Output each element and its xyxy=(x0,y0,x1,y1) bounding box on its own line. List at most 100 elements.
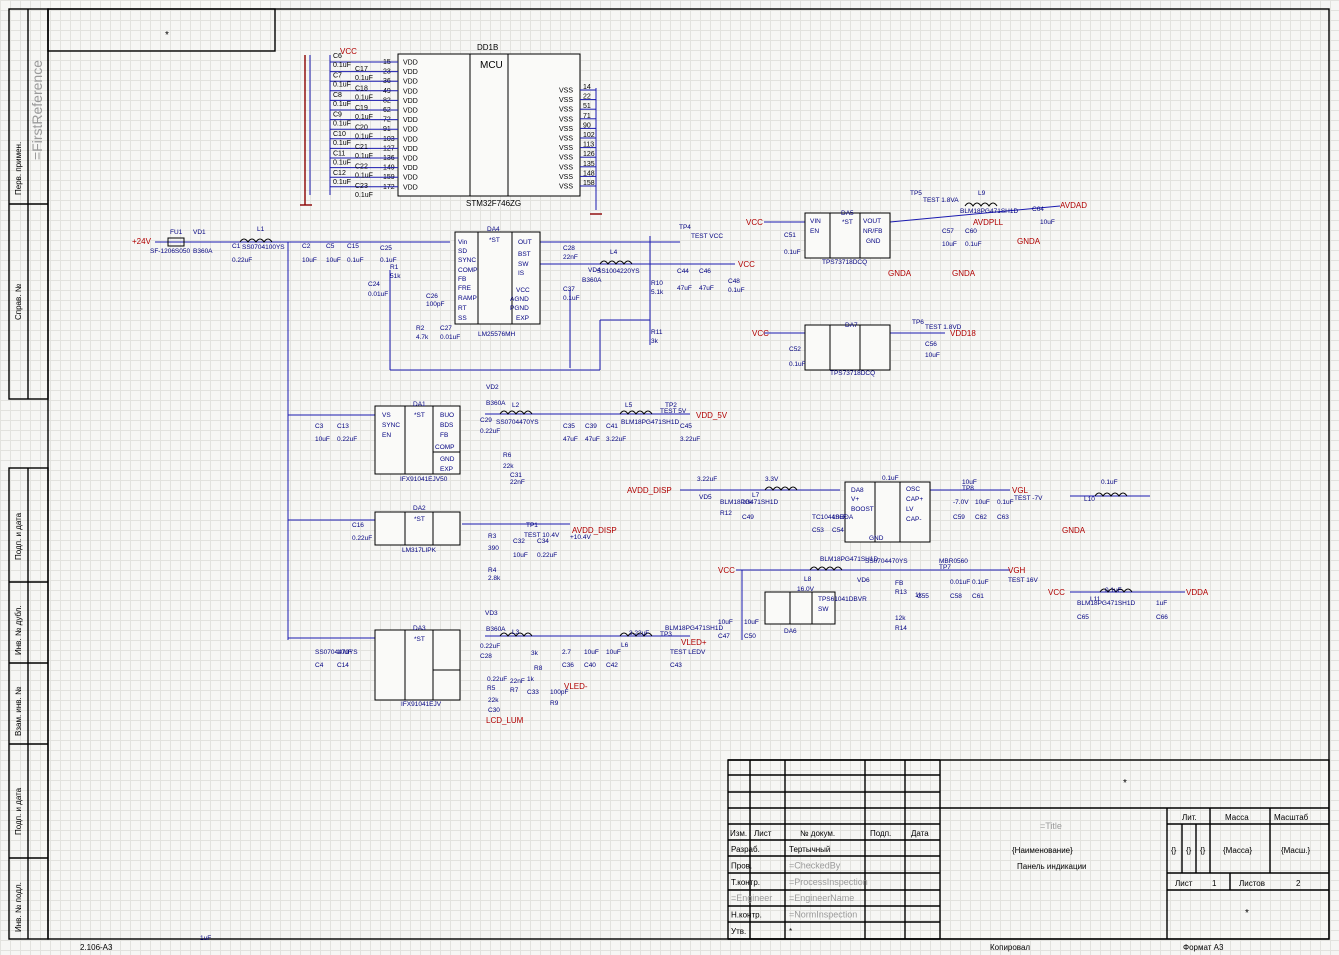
net-vledp: VLED+ xyxy=(681,638,707,647)
component-label: 0.1uF xyxy=(380,257,397,264)
component-label: BLM18PG471SH1D xyxy=(1077,600,1135,607)
component-label: R3 xyxy=(488,533,497,540)
tb-col-header: Подп. xyxy=(870,829,891,838)
component-label: C49 xyxy=(742,514,754,521)
component-label: C16 xyxy=(352,522,364,529)
component-label: NR/FB xyxy=(863,228,883,235)
component-label: 0.01uF xyxy=(368,291,388,298)
schematic-sheet: * Перв. примен. =FirstReference Справ. №… xyxy=(0,0,1339,955)
component-label: BLM18PG471SH1D xyxy=(665,625,723,632)
component-label: C61 xyxy=(972,593,984,600)
component-label: L7 xyxy=(752,492,760,499)
component-label: *ST xyxy=(414,516,425,523)
component-label: C28 xyxy=(480,653,492,660)
tb-role: Утв. xyxy=(731,927,746,936)
component-label: TP4 xyxy=(679,224,691,231)
component-label: GND xyxy=(869,535,884,542)
component-label: SD xyxy=(458,248,467,255)
component-label: TP6 xyxy=(912,319,924,326)
mcu-vdd-pin-label: VDD xyxy=(403,69,418,76)
component-label: B360A xyxy=(193,248,213,255)
component-label: C37 xyxy=(563,286,575,293)
component-label: 390 xyxy=(488,545,499,552)
label-inv-podl: Инв. № подл. xyxy=(14,882,23,932)
component-label: DA8 xyxy=(851,487,864,494)
component-label: 0.01uF xyxy=(440,334,460,341)
component-label: IS xyxy=(518,270,525,277)
mcu-vdd-pin-label: VDD xyxy=(403,98,418,105)
mcu-cap-right: C19 xyxy=(355,105,368,112)
mcu-vdd-pin-label: VDD xyxy=(403,127,418,134)
component-label: 3.3V xyxy=(765,476,779,483)
tb-name: Тертычный xyxy=(789,845,830,854)
component-label: C64 xyxy=(1032,206,1044,213)
component-label: 10uF xyxy=(584,649,599,656)
mcu-vdd-pin-label: VDD xyxy=(403,79,418,86)
component-label: C5 xyxy=(326,243,335,250)
component-label: VIN xyxy=(810,218,821,225)
component-label: C14 xyxy=(337,662,349,669)
component-label: DA6 xyxy=(784,628,797,635)
component-label: C63 xyxy=(997,514,1009,521)
component-label: C24 xyxy=(368,281,380,288)
da7-tps73718 xyxy=(804,324,891,371)
component-label: 10uF xyxy=(337,649,352,656)
component-label: B360A xyxy=(582,277,602,284)
mcu-cap-right: C18 xyxy=(355,86,368,93)
mcu-vdd-pin-label: VDD xyxy=(403,146,418,153)
component-label: C34 xyxy=(537,538,549,545)
component-label: B360A xyxy=(486,400,506,407)
component-label: DA1 xyxy=(413,401,426,408)
component-label: TEST LEDV xyxy=(670,649,706,656)
component-label: 0.1uF xyxy=(972,579,989,586)
component-label: TPS73718DCQ xyxy=(822,259,867,266)
lit-cell-3: {} xyxy=(1200,846,1206,855)
component-label: 10uF xyxy=(1040,219,1055,226)
component-label: VD1 xyxy=(193,229,206,236)
tb-name: =ProcessInspection xyxy=(789,877,868,887)
component-label: C43 xyxy=(670,662,682,669)
component-label: C46 xyxy=(699,268,711,275)
component-label: TPS73718DCQ xyxy=(830,370,875,377)
component-label: 0.22uF xyxy=(487,676,507,683)
component-label: 10uF xyxy=(315,436,330,443)
component-label: R1 xyxy=(390,264,399,271)
mcu-block: DD1B MCU STM32F746ZG 15 VDD23 VDD36 VDD49 VD… xyxy=(330,43,596,208)
mcu-cap-left: C8 xyxy=(333,92,342,99)
component-label: C1 xyxy=(232,243,241,250)
component-label: OUT xyxy=(518,239,532,246)
component-label: C30 xyxy=(488,707,500,714)
mcu-cap-right: C22 xyxy=(355,164,368,171)
component-label: AGND xyxy=(510,296,529,303)
mcu-vdd-pin-label: VDD xyxy=(403,60,418,67)
component-label: C65 xyxy=(1077,614,1089,621)
component-label: C59 xyxy=(953,514,965,521)
component-label: 1uF xyxy=(200,935,211,942)
component-label: OSC xyxy=(906,486,920,493)
mcu-vss-pin-label: VSS xyxy=(559,136,573,143)
mcu-vss-pin-label: VSS xyxy=(559,174,573,181)
component-label: 2.8k xyxy=(488,575,501,582)
component-label: C42 xyxy=(606,662,618,669)
component-label: 0.1uF xyxy=(1101,479,1118,486)
component-label: C28 xyxy=(563,245,575,252)
mcu-cap-left-value: 0.1uF xyxy=(333,179,351,186)
component-label: C36 xyxy=(562,662,574,669)
mcu-cap-left: C12 xyxy=(333,170,346,177)
mcu-cap-right: C23 xyxy=(355,183,368,190)
component-label: EN xyxy=(382,432,391,439)
component-label: LM25576MH xyxy=(478,331,516,338)
component-label: VD5 xyxy=(699,494,712,501)
mcu-cap-left-value: 0.1uF xyxy=(333,121,351,128)
component-label: L6 xyxy=(621,642,629,649)
component-label: 10uF xyxy=(925,352,940,359)
footer-format: Формат A3 xyxy=(1183,943,1224,952)
component-label: C39 xyxy=(585,423,597,430)
component-label: 0.1uF xyxy=(728,287,745,294)
component-label: BLM18PG471SH1D xyxy=(960,208,1018,215)
net-lcd-lum: LCD_LUM xyxy=(486,716,524,725)
component-label: DA5 xyxy=(841,210,854,217)
component-label: R9 xyxy=(550,700,559,707)
mcu-vdd-pin-label: VDD xyxy=(403,136,418,143)
component-label: SS xyxy=(458,315,467,322)
